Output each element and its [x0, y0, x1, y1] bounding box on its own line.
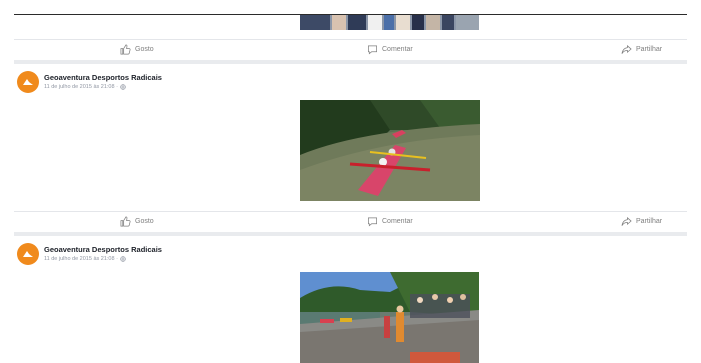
comment-button[interactable]: Comentar — [367, 44, 413, 55]
comment-button[interactable]: Comentar — [367, 216, 413, 227]
post-photo-kayak[interactable] — [300, 100, 480, 201]
comment-icon — [368, 217, 377, 227]
action-bar-divider — [14, 211, 687, 212]
page-name[interactable]: Geoaventura Desportos Radicais — [44, 245, 162, 254]
thumbs-up-icon — [120, 44, 131, 55]
share-arrow-icon — [621, 217, 632, 226]
post-timestamp[interactable]: 11 de julho de 2015 às 21:08 · — [44, 256, 118, 262]
like-label: Gosto — [135, 218, 154, 225]
kayak-river-image — [300, 100, 480, 201]
like-button[interactable]: Gosto — [120, 44, 154, 55]
comment-label: Comentar — [382, 46, 413, 53]
thumbs-up-icon — [120, 216, 131, 227]
page-name[interactable]: Geoaventura Desportos Radicais — [44, 73, 162, 82]
geoaventura-logo-icon — [23, 79, 33, 85]
comment-label: Comentar — [382, 218, 413, 225]
post-timestamp[interactable]: 11 de julho de 2015 às 21:08 · — [44, 84, 118, 90]
comment-icon — [368, 45, 377, 55]
post-photo-dock[interactable] — [300, 272, 479, 363]
share-label: Partilhar — [636, 46, 663, 53]
post-meta: 11 de julho de 2015 às 21:08 · — [44, 84, 126, 90]
globe-icon — [120, 256, 126, 262]
post-photo-group[interactable] — [300, 15, 479, 30]
share-arrow-icon — [621, 45, 632, 54]
post-separator — [14, 232, 687, 236]
share-button[interactable]: Partilhar — [621, 44, 662, 55]
like-label: Gosto — [135, 46, 154, 53]
share-button[interactable]: Partilhar — [621, 216, 662, 227]
geoaventura-logo-icon — [23, 251, 33, 257]
post-separator — [14, 60, 687, 64]
action-bar-divider — [14, 39, 687, 40]
globe-icon — [120, 84, 126, 90]
like-button[interactable]: Gosto — [120, 216, 154, 227]
riverside-dock-image — [300, 272, 479, 363]
share-label: Partilhar — [636, 218, 663, 225]
page-avatar[interactable] — [17, 243, 39, 265]
post-meta: 11 de julho de 2015 às 21:08 · — [44, 256, 126, 262]
page-avatar[interactable] — [17, 71, 39, 93]
group-photo-image — [300, 15, 479, 30]
